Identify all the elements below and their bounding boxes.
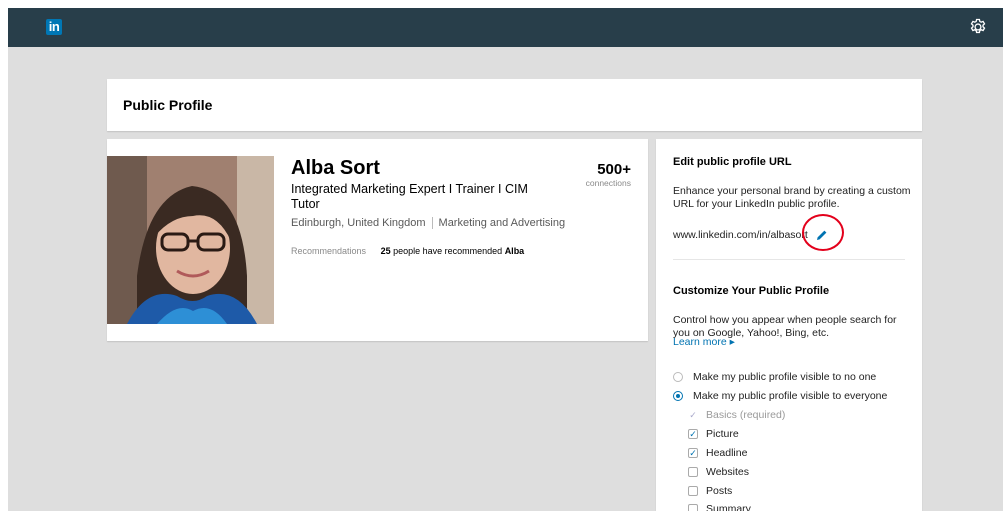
visibility-option-label: Make my public profile visible to everyo… <box>693 390 888 402</box>
checkbox[interactable] <box>688 467 698 477</box>
profile-headline: Integrated Marketing Expert I Trainer I … <box>291 182 528 211</box>
section-checkbox-websites[interactable]: Websites <box>688 466 749 478</box>
section-checkbox-basics: ✓ Basics (required) <box>688 409 785 421</box>
visibility-option-label: Make my public profile visible to no one <box>693 371 877 383</box>
section-label: Posts <box>706 485 733 497</box>
visibility-option-everyone[interactable]: Make my public profile visible to everyo… <box>673 390 887 402</box>
gear-icon[interactable] <box>968 17 988 37</box>
section-checkbox-headline[interactable]: ✓ Headline <box>688 447 747 459</box>
linkedin-logo[interactable]: in <box>46 19 62 35</box>
recommendations-label: Recommendations <box>291 246 367 256</box>
section-checkbox-posts[interactable]: Posts <box>688 485 732 497</box>
recommendations-text: people have recommended <box>393 246 503 256</box>
checkbox-checked[interactable]: ✓ <box>688 429 698 439</box>
edit-url-description: Enhance your personal brand by creating … <box>673 185 911 210</box>
section-divider <box>673 259 905 260</box>
section-checkbox-summary[interactable]: Summary <box>688 503 751 511</box>
highlight-circle <box>802 214 844 251</box>
checkbox-checked[interactable]: ✓ <box>688 448 698 458</box>
section-label: Headline <box>706 447 748 459</box>
divider <box>431 217 433 230</box>
section-label: Summary <box>706 503 751 511</box>
profile-location: Edinburgh, United Kingdom <box>291 217 426 229</box>
section-label: Picture <box>706 428 739 440</box>
public-profile-settings-panel: Edit public profile URL Enhance your per… <box>656 139 922 511</box>
profile-photo-image <box>107 156 274 324</box>
recommendations-row: Recommendations 25 people have recommend… <box>291 246 524 256</box>
page-frame: in Public Profile Alba Sort Integrated M… <box>8 8 1003 511</box>
section-label: Basics (required) <box>706 409 786 421</box>
top-navbar: in <box>8 8 1003 47</box>
checkbox[interactable] <box>688 504 698 511</box>
connections-count: 500+ <box>597 161 631 178</box>
recommendations-name: Alba <box>504 246 525 256</box>
checkmark-icon: ✓ <box>689 410 697 420</box>
public-profile-header: Public Profile <box>107 79 922 131</box>
section-checkbox-picture[interactable]: ✓ Picture <box>688 428 739 440</box>
visibility-option-no-one[interactable]: Make my public profile visible to no one <box>673 371 876 383</box>
section-label: Websites <box>706 466 749 478</box>
profile-industry: Marketing and Advertising <box>438 217 566 229</box>
profile-name: Alba Sort <box>291 157 380 179</box>
recommendations-count: 25 <box>380 246 391 256</box>
radio-button[interactable] <box>673 372 683 382</box>
edit-url-title: Edit public profile URL <box>673 156 792 168</box>
connections-label: connections <box>585 178 631 188</box>
learn-more-link[interactable]: Learn more ▸ <box>673 336 735 348</box>
radio-button-selected[interactable] <box>673 391 683 401</box>
checkbox[interactable] <box>688 486 698 496</box>
profile-card: Alba Sort Integrated Marketing Expert I … <box>107 139 648 341</box>
location-industry-row: Edinburgh, United Kingdom Marketing and A… <box>291 217 566 230</box>
profile-photo <box>107 156 274 324</box>
url-prefix: www.linkedin.com/in/ <box>673 229 771 241</box>
customize-title: Customize Your Public Profile <box>673 285 830 297</box>
page-title: Public Profile <box>123 97 213 113</box>
